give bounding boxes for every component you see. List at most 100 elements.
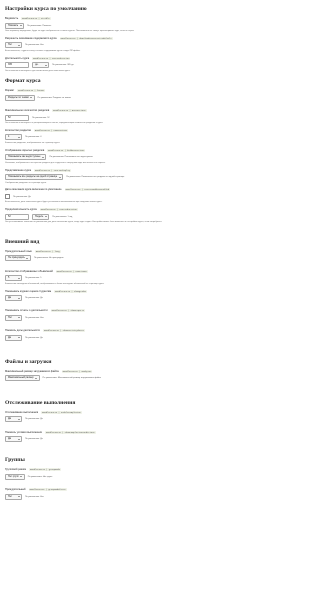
setting-label: Отображение скрытых разделов xyxy=(5,148,45,152)
default-value: По умолчанию: 4 xyxy=(25,136,42,139)
setting-description xyxy=(5,383,212,386)
setting-maxsections: Максимальное количество разделов moodleco… xyxy=(5,108,212,125)
showactivitydates-select[interactable]: Да xyxy=(5,334,22,341)
newsitems-select[interactable]: 5 xyxy=(5,275,22,282)
groupmode-select[interactable]: Нет групп xyxy=(5,473,25,480)
setting-showreports: Показывать отчеты о деятельности moodleco… xyxy=(5,308,212,325)
setting-label: Длительность курса xyxy=(5,56,30,60)
setting-id: moodlecourse | numsections xyxy=(33,128,69,132)
setting-description: Это значение используется для вычисления… xyxy=(5,69,71,72)
default-value: По умолчанию: Да xyxy=(13,195,31,198)
setting-label: Продолжительность курса xyxy=(5,208,37,212)
showcompletionconditions-select[interactable]: Да xyxy=(5,436,22,443)
setting-label: Количество отображаемых объявлений xyxy=(5,269,53,273)
section-heading-files: Файлы и загрузки xyxy=(5,358,52,365)
numsections-select[interactable]: 4 xyxy=(5,134,22,141)
default-value: По умолчанию: Показать xyxy=(27,24,52,27)
section-heading-course-defaults: Настройки курса по умолчанию xyxy=(5,6,87,12)
setting-id: moodlecourse | downloadcontentsitedefaul… xyxy=(59,36,113,40)
groupmodeforce-select[interactable]: Нет xyxy=(5,493,22,500)
setting-id: moodlecourse | maxbytes xyxy=(61,369,93,373)
setting-label: Количество разделов xyxy=(5,128,31,132)
setting-label: Показывать журнал оценок студентам xyxy=(5,289,52,293)
maxsections-input[interactable]: 52 xyxy=(5,114,29,121)
default-value: По умолчанию: Да xyxy=(25,336,43,339)
courseendtime-unit-select[interactable]: Недель xyxy=(32,213,50,220)
setting-label: Разрешить скачивание содержимого курса xyxy=(5,36,57,40)
setting-id: moodlecourse | maxsections xyxy=(52,109,87,113)
showgrades-select[interactable]: Да xyxy=(5,295,22,302)
setting-label: Представление курса xyxy=(5,168,32,172)
courseduration-input[interactable]: 365 xyxy=(5,62,29,69)
setting-id: moodlecourse | coursedisplay xyxy=(34,168,71,172)
setting-format: Формат moodlecourse | format Разделы по т… xyxy=(5,88,212,105)
setting-hiddensections: Отображение скрытых разделов moodlecourse… xyxy=(5,148,212,165)
setting-description: Отображение разделов на странице курса. xyxy=(5,181,47,184)
setting-label: Видимость xyxy=(5,17,19,20)
default-value: По умолчанию: 1 год xyxy=(52,215,73,218)
setting-description: Это устанавливает значение по умолчанию … xyxy=(5,221,163,224)
setting-enablecompletion: Отслеживание выполнения moodlecourse | en… xyxy=(5,410,212,427)
maxbytes-select[interactable]: Максимальный размер xyxy=(5,375,40,382)
setting-visible: Видимость moodlecourse | visible Показать… xyxy=(5,16,212,33)
setting-description xyxy=(5,263,212,266)
setting-id: moodlecourse | showcompletionconditions xyxy=(44,430,96,434)
setting-groupmode: Групповой режим moodlecourse | groupmode … xyxy=(5,467,212,484)
format-select[interactable]: Разделы по темам xyxy=(5,94,35,101)
setting-label: Принудительный xyxy=(5,488,26,492)
setting-id: moodlecourse | newsitems xyxy=(55,269,88,273)
setting-description xyxy=(5,303,212,306)
courseendtime-input[interactable]: 52 xyxy=(5,213,29,220)
coursedisplay-select[interactable]: Показывать все разделы на одной странице xyxy=(5,174,64,181)
default-value: По умолчанию: Нет xyxy=(25,316,44,319)
setting-courseduration: Длительность курса moodlecourse | coursed… xyxy=(5,56,212,73)
setting-id: moodlecourse | showactivitydates xyxy=(42,329,85,333)
enablecompletion-select[interactable]: Да xyxy=(5,416,22,423)
default-value: По умолчанию: Разделы по темам xyxy=(37,96,71,99)
setting-courseendtime: Продолжительность курса moodlecourse | co… xyxy=(5,207,212,224)
default-value: По умолчанию: Да xyxy=(25,418,43,421)
setting-id: moodlecourse | groupmode xyxy=(29,468,61,472)
setting-groupmodeforce: Принудительный moodlecourse | groupmodefo… xyxy=(5,487,212,500)
setting-id: moodlecourse | enablecompletion xyxy=(41,410,82,414)
section-heading-course-format: Формат курса xyxy=(5,78,41,85)
setting-label: Принудительный язык xyxy=(5,249,32,253)
setting-id: moodlecourse | showgrades xyxy=(54,289,88,293)
setting-id: moodlecourse | lang xyxy=(34,249,61,253)
admin-settings-page: Настройки курса по умолчанию Видимость mo… xyxy=(0,0,217,500)
setting-lang: Принудительный язык moodlecourse | lang Н… xyxy=(5,249,212,266)
setting-courseenddateenabled: Дата окончания курса включена по умолчан… xyxy=(5,187,212,204)
default-value: По умолчанию: Максимальный размер загруж… xyxy=(42,377,101,380)
default-value: По умолчанию: 52 xyxy=(32,116,50,119)
setting-numsections: Количество разделов moodlecourse | numsec… xyxy=(5,128,212,145)
default-value: По умолчанию: Да xyxy=(25,438,43,441)
courseenddateenabled-checkbox[interactable] xyxy=(5,194,10,200)
setting-description xyxy=(5,424,212,427)
setting-description xyxy=(5,481,212,484)
section-heading-completion: Отслеживание выполнения xyxy=(5,399,76,406)
setting-description xyxy=(5,444,212,447)
setting-label: Показать даты деятельности xyxy=(5,329,40,333)
setting-downloadcontent: Разрешить скачивание содержимого курса mo… xyxy=(5,36,212,53)
setting-newsitems: Количество отображаемых объявлений moodle… xyxy=(5,269,212,286)
default-value: По умолчанию: Да xyxy=(25,297,43,300)
showreports-select[interactable]: Нет xyxy=(5,314,22,321)
setting-id: moodlecourse | courseduration xyxy=(39,208,78,212)
setting-showcompletionconditions: Показать условия выполнения moodlecourse … xyxy=(5,430,212,447)
default-value: По умолчанию: Показывать все разделы на … xyxy=(66,176,125,179)
setting-id: moodlecourse | courseenddateenabled xyxy=(64,188,111,192)
setting-description xyxy=(5,342,212,345)
visible-select[interactable]: Показать xyxy=(5,22,25,29)
downloadcontent-select[interactable]: Нет xyxy=(5,42,22,49)
hiddensections-select[interactable]: Показывать как недоступные xyxy=(5,154,47,161)
setting-label: Показать условия выполнения xyxy=(5,430,42,434)
section-heading-appearance: Внешний вид xyxy=(5,238,40,245)
default-value: По умолчанию: 365 дн. xyxy=(52,64,75,67)
lang-select[interactable]: Не принуждать xyxy=(5,255,31,262)
courseduration-unit-select[interactable]: дн. xyxy=(32,62,49,69)
default-value: По умолчанию: Нет xyxy=(25,495,44,498)
section-heading-groups: Группы xyxy=(5,457,25,464)
setting-description xyxy=(5,102,212,105)
setting-description: Указывает, отображаются ли скрытые разде… xyxy=(5,161,106,164)
setting-label: Максимальное количество разделов xyxy=(5,109,50,113)
